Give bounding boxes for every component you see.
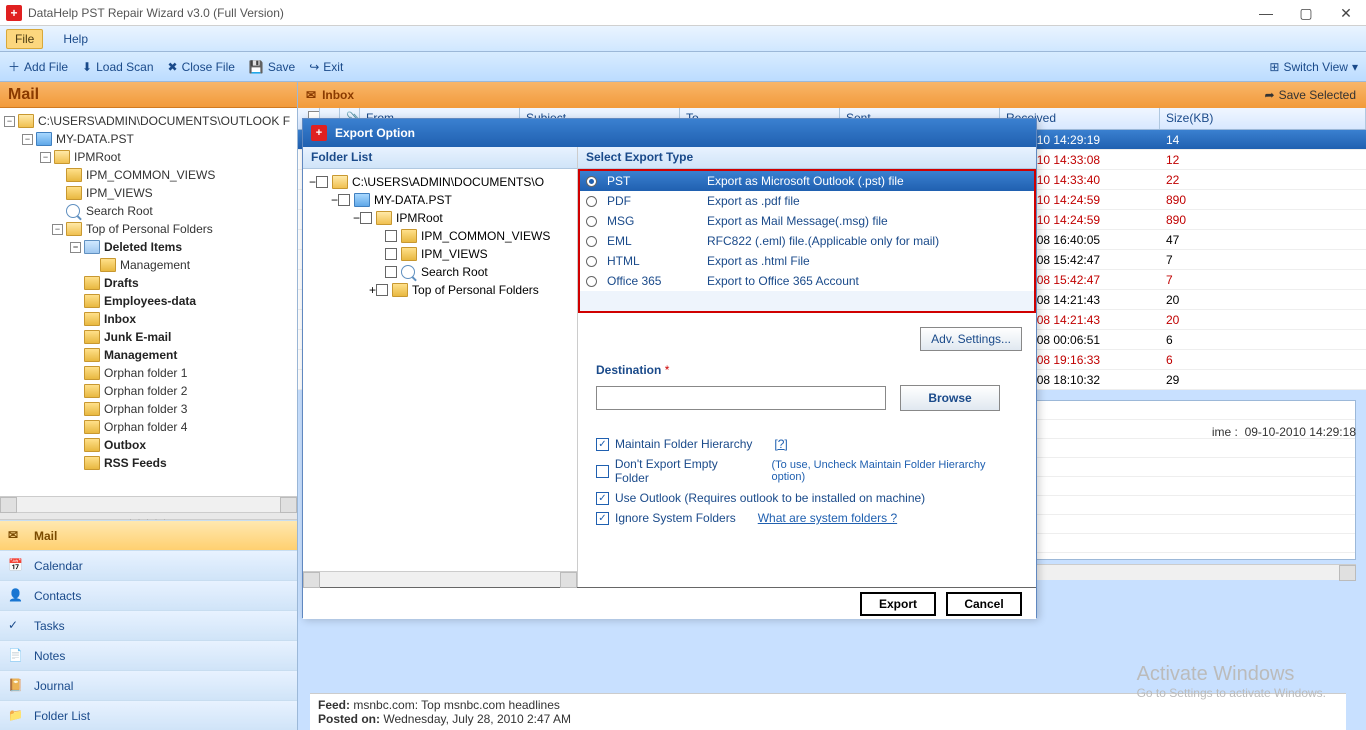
chevron-down-icon: ▾ (1352, 60, 1358, 74)
preview-time: ime : 09-10-2010 14:29:18 (1212, 425, 1356, 439)
mail-panel-header: Mail (0, 82, 297, 108)
nav-notes[interactable]: 📄Notes (0, 640, 297, 670)
system-folders-link[interactable]: What are system folders ? (758, 511, 897, 525)
menu-help[interactable]: Help (55, 30, 96, 48)
destination-label: Destination (596, 363, 661, 377)
switch-view-button[interactable]: ⊞Switch View ▾ (1269, 60, 1358, 74)
nav-journal[interactable]: 📔Journal (0, 670, 297, 700)
contacts-icon: 👤 (8, 588, 26, 604)
close-file-button[interactable]: ✖Close File (168, 60, 235, 74)
dialog-titlebar[interactable]: + Export Option (303, 119, 1036, 147)
junk-icon (84, 330, 100, 344)
maintain-hierarchy-checkbox[interactable]: ✓ (596, 438, 609, 451)
cancel-button[interactable]: Cancel (946, 592, 1022, 616)
inbox-header: ✉Inbox ➦Save Selected (298, 82, 1366, 108)
plus-icon: ＋ (8, 58, 20, 75)
load-scan-button[interactable]: ⬇Load Scan (82, 60, 153, 74)
outbox-icon (84, 438, 100, 452)
use-outlook-checkbox[interactable]: ✓ (596, 492, 609, 505)
save-selected-button[interactable]: ➦Save Selected (1265, 88, 1356, 102)
download-icon: ⬇ (82, 60, 92, 74)
browse-button[interactable]: Browse (900, 385, 1000, 411)
close-file-icon: ✖ (168, 60, 178, 74)
switch-icon: ⊞ (1269, 60, 1279, 74)
export-type-eml[interactable]: EMLRFC822 (.eml) file.(Applicable only f… (580, 231, 1034, 251)
calendar-icon: 📅 (8, 558, 26, 574)
dialog-icon: + (311, 125, 327, 141)
export-button[interactable]: Export (860, 592, 936, 616)
select-export-type-header: Select Export Type (578, 147, 1036, 169)
save-icon: 💾 (249, 60, 264, 74)
save-selected-icon: ➦ (1265, 88, 1275, 102)
app-icon: + (6, 5, 22, 21)
menubar: File Help (0, 26, 1366, 52)
adv-settings-button[interactable]: Adv. Settings... (920, 327, 1022, 351)
mail-icon: ✉ (8, 528, 26, 544)
exit-icon: ↪ (309, 60, 319, 74)
notes-icon: 📄 (8, 648, 26, 664)
rss-icon (84, 456, 100, 470)
horizontal-scrollbar[interactable] (0, 496, 297, 512)
maximize-button[interactable]: ▢ (1286, 0, 1326, 26)
add-file-button[interactable]: ＋Add File (8, 58, 68, 75)
pst-icon (36, 132, 52, 146)
export-type-html[interactable]: HTMLExport as .html File (580, 251, 1034, 271)
menu-file[interactable]: File (6, 29, 43, 49)
nav-list: ✉Mail 📅Calendar 👤Contacts ✓Tasks 📄Notes … (0, 520, 297, 730)
tree-pst[interactable]: MY-DATA.PST (56, 132, 134, 146)
exit-button[interactable]: ↪Exit (309, 60, 343, 74)
nav-contacts[interactable]: 👤Contacts (0, 580, 297, 610)
folder-open-icon (18, 114, 34, 128)
nav-calendar[interactable]: 📅Calendar (0, 550, 297, 580)
dialog-folder-tree[interactable]: −C:\USERS\ADMIN\DOCUMENTS\O −MY-DATA.PST… (303, 169, 577, 571)
export-dialog: + Export Option Folder List −C:\USERS\AD… (302, 118, 1037, 618)
folder-icon: 📁 (8, 708, 26, 724)
folder-tree[interactable]: −C:\USERS\ADMIN\DOCUMENTS\OUTLOOK F −MY-… (0, 108, 297, 496)
dialog-tree-scrollbar[interactable] (303, 571, 577, 587)
windows-watermark: Activate Windows Go to Settings to activ… (1137, 663, 1326, 700)
inbox-icon: ✉ (306, 88, 316, 102)
nav-tasks[interactable]: ✓Tasks (0, 610, 297, 640)
close-button[interactable]: ✕ (1326, 0, 1366, 26)
titlebar: + DataHelp PST Repair Wizard v3.0 (Full … (0, 0, 1366, 26)
search-icon (66, 204, 80, 218)
destination-input[interactable] (596, 386, 886, 410)
export-type-msg[interactable]: MSGExport as Mail Message(.msg) file (580, 211, 1034, 231)
tree-ipmroot[interactable]: IPMRoot (74, 150, 121, 164)
journal-icon: 📔 (8, 678, 26, 694)
expander-icon[interactable]: − (4, 116, 15, 127)
trash-icon (84, 240, 100, 254)
save-button[interactable]: 💾Save (249, 60, 295, 74)
tasks-icon: ✓ (8, 618, 26, 634)
export-type-pdf[interactable]: PDFExport as .pdf file (580, 191, 1034, 211)
hierarchy-help-link[interactable]: [?] (774, 437, 787, 451)
export-type-office-365[interactable]: Office 365Export to Office 365 Account (580, 271, 1034, 291)
ignore-system-checkbox[interactable]: ✓ (596, 512, 609, 525)
export-type-pst[interactable]: PSTExport as Microsoft Outlook (.pst) fi… (580, 171, 1034, 191)
toolbar: ＋Add File ⬇Load Scan ✖Close File 💾Save ↪… (0, 52, 1366, 82)
window-title: DataHelp PST Repair Wizard v3.0 (Full Ve… (28, 6, 284, 20)
minimize-button[interactable]: — (1246, 0, 1286, 26)
splitter-grip[interactable]: . . . . . (0, 512, 297, 520)
empty-folder-checkbox[interactable] (596, 465, 609, 478)
tree-root[interactable]: C:\USERS\ADMIN\DOCUMENTS\OUTLOOK F (38, 114, 290, 128)
export-type-list: PSTExport as Microsoft Outlook (.pst) fi… (578, 169, 1036, 313)
nav-mail[interactable]: ✉Mail (0, 520, 297, 550)
nav-folder-list[interactable]: 📁Folder List (0, 700, 297, 730)
folder-list-header: Folder List (303, 147, 577, 169)
